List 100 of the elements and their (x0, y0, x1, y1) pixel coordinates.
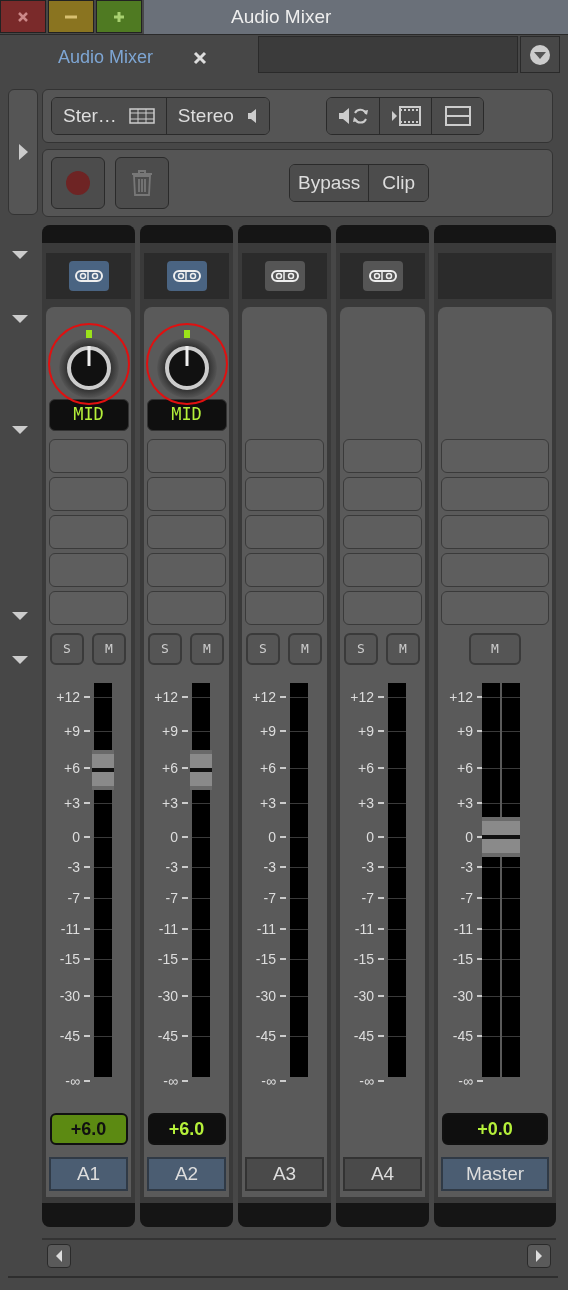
fader-thumb[interactable] (190, 749, 212, 790)
speaker-sync-button[interactable] (327, 98, 379, 134)
close-icon[interactable] (193, 50, 208, 65)
effect-slot[interactable] (147, 439, 226, 473)
effect-slot[interactable] (147, 477, 226, 511)
collapse-icon[interactable] (11, 424, 29, 436)
scale-label: -3 (66, 859, 80, 875)
effect-slot[interactable] (343, 477, 422, 511)
dropdown-button[interactable] (520, 36, 560, 73)
scale-label: -45 (156, 1028, 178, 1044)
scale-label: +3 (357, 795, 374, 811)
scale-label: -7 (459, 890, 473, 906)
effect-slot[interactable] (245, 515, 324, 549)
gain-readout[interactable]: +6.0 (147, 1113, 226, 1145)
scale-label: +12 (349, 689, 374, 705)
scale-label: +3 (259, 795, 276, 811)
scale-label: +12 (153, 689, 178, 705)
scale-label: -11 (255, 921, 276, 937)
eq-band-label: MID (146, 399, 227, 431)
scale-label: -45 (451, 1028, 473, 1044)
channel-button[interactable]: S (246, 633, 280, 665)
toggle-button[interactable]: Clip (368, 165, 429, 201)
effect-slot[interactable] (441, 553, 549, 587)
effect-slot[interactable] (441, 591, 549, 625)
gain-readout[interactable]: +6.0 (49, 1113, 128, 1145)
film-button[interactable] (379, 98, 431, 134)
effect-slot[interactable] (343, 439, 422, 473)
channel-button[interactable]: M (92, 633, 126, 665)
channel-button[interactable]: M (469, 633, 521, 665)
channel-name-button[interactable]: A3 (245, 1157, 324, 1191)
effect-slot[interactable] (147, 553, 226, 587)
close-button[interactable] (0, 0, 46, 33)
scale-label: +12 (55, 689, 80, 705)
effect-slot[interactable] (49, 477, 128, 511)
channel-button[interactable]: M (190, 633, 224, 665)
scale-label: -∞ (260, 1073, 276, 1089)
scale-label: -15 (58, 951, 80, 967)
effect-slot[interactable] (49, 439, 128, 473)
routing-button[interactable] (68, 261, 109, 291)
channel-name-button[interactable]: Master (441, 1157, 549, 1191)
scroll-left-button[interactable] (47, 1244, 71, 1268)
channel-button[interactable]: S (50, 633, 84, 665)
scale-label: -3 (459, 859, 473, 875)
scale-label: +9 (456, 723, 473, 739)
channel-button[interactable]: M (386, 633, 420, 665)
routing-button[interactable] (166, 261, 207, 291)
scale-label: -30 (254, 988, 276, 1004)
effect-slot[interactable] (147, 591, 226, 625)
effect-slot[interactable] (343, 515, 422, 549)
record-button[interactable] (51, 157, 105, 209)
channel-button[interactable]: S (344, 633, 378, 665)
effect-slot[interactable] (441, 439, 549, 473)
channel-button[interactable]: M (288, 633, 322, 665)
output-button[interactable]: Stereo (165, 98, 269, 134)
collapse-icon[interactable] (11, 654, 29, 666)
gain-readout[interactable]: +0.0 (442, 1113, 548, 1145)
split-button[interactable] (431, 98, 483, 134)
window-title: Audio Mixer (231, 4, 332, 29)
effect-slot[interactable] (343, 553, 422, 587)
scale-label: -30 (156, 988, 178, 1004)
effect-slot[interactable] (441, 515, 549, 549)
effect-slot[interactable] (49, 553, 128, 587)
scale-label: +6 (456, 760, 473, 776)
left-arrow-icon (54, 1248, 64, 1264)
effect-slot[interactable] (245, 477, 324, 511)
scale-label: -7 (360, 890, 374, 906)
effect-slot[interactable] (245, 591, 324, 625)
scale-label: -45 (352, 1028, 374, 1044)
scroll-right-button[interactable] (527, 1244, 551, 1268)
channel-name-button[interactable]: A2 (147, 1157, 226, 1191)
effect-slot[interactable] (245, 553, 324, 587)
collapse-icon[interactable] (11, 313, 29, 325)
channel-name-button[interactable]: A4 (343, 1157, 422, 1191)
effect-slot[interactable] (49, 591, 128, 625)
effect-slot[interactable] (441, 477, 549, 511)
collapse-icon[interactable] (11, 249, 29, 261)
output-button[interactable]: Ster… (52, 98, 166, 134)
scale-label: +3 (161, 795, 178, 811)
zoom-button[interactable] (96, 0, 142, 33)
delete-button[interactable] (115, 157, 169, 209)
panel-toggle[interactable] (8, 89, 38, 215)
scale-label: -30 (58, 988, 80, 1004)
routing-button[interactable] (264, 261, 305, 291)
scale-label: -∞ (162, 1073, 178, 1089)
channel-button[interactable]: S (148, 633, 182, 665)
scale-label: +6 (63, 760, 80, 776)
channel-name-button[interactable]: A1 (49, 1157, 128, 1191)
effect-slot[interactable] (49, 515, 128, 549)
fader-thumb[interactable] (92, 749, 114, 790)
effect-slot[interactable] (343, 591, 422, 625)
scale-label: -15 (254, 951, 276, 967)
toggle-button[interactable]: Bypass (290, 165, 369, 201)
collapse-icon[interactable] (11, 610, 29, 622)
scale-label: -3 (262, 859, 276, 875)
effect-slot[interactable] (245, 439, 324, 473)
scale-label: -11 (157, 921, 178, 937)
effect-slot[interactable] (147, 515, 226, 549)
minimize-button[interactable] (48, 0, 94, 33)
fader-thumb[interactable] (482, 816, 520, 857)
routing-button[interactable] (362, 261, 403, 291)
